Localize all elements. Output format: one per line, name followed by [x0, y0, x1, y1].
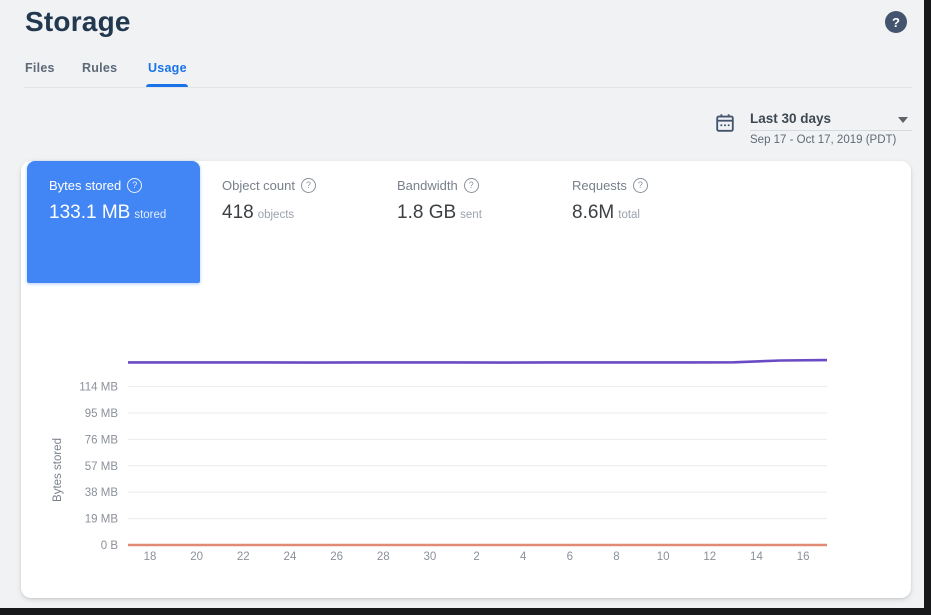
usage-chart: 114 MB95 MB76 MB57 MB38 MB19 MB0 B182022… — [40, 328, 872, 583]
metric-card-object-count[interactable]: Object count ? 418 objects — [200, 161, 375, 283]
x-tick-label: 12 — [703, 551, 716, 563]
metric-label: Requests ? — [572, 178, 725, 193]
x-tick-label: 22 — [237, 551, 250, 563]
x-tick-label: 20 — [190, 551, 203, 563]
tab-files[interactable]: Files — [25, 61, 55, 75]
y-tick-label: 114 MB — [79, 382, 118, 394]
metric-value-number: 1.8 GB — [397, 202, 456, 223]
storage-usage-page: Storage ? Files Rules Usage Last 30 days… — [0, 0, 931, 615]
help-icon[interactable]: ? — [301, 178, 316, 193]
metric-value: 418 objects — [222, 202, 375, 224]
page-title: Storage — [25, 6, 131, 38]
tab-rules[interactable]: Rules — [82, 61, 117, 75]
metric-label: Object count ? — [222, 178, 375, 193]
metric-value-number: 418 — [222, 202, 254, 223]
date-range-underline — [750, 130, 912, 131]
tab-usage[interactable]: Usage — [148, 61, 187, 75]
metric-label-text: Bytes stored — [49, 178, 121, 193]
chevron-down-icon[interactable] — [898, 117, 908, 123]
x-tick-label: 6 — [567, 551, 573, 563]
y-axis-title: Bytes stored — [52, 438, 64, 502]
metric-value-unit: objects — [258, 209, 294, 221]
y-tick-label: 38 MB — [85, 487, 119, 499]
help-button[interactable]: ? — [885, 11, 907, 33]
date-range-detail: Sep 17 - Oct 17, 2019 (PDT) — [750, 134, 896, 146]
bytes-stored-chart: 114 MB95 MB76 MB57 MB38 MB19 MB0 B182022… — [40, 328, 872, 583]
x-tick-label: 2 — [473, 551, 479, 563]
y-tick-label: 0 B — [101, 540, 119, 552]
metric-label: Bytes stored ? — [49, 178, 200, 193]
metric-value-unit: sent — [460, 209, 482, 221]
metric-label: Bandwidth ? — [397, 178, 550, 193]
calendar-icon — [714, 112, 736, 134]
x-tick-label: 4 — [520, 551, 527, 563]
x-tick-label: 10 — [657, 551, 670, 563]
help-icon[interactable]: ? — [633, 178, 648, 193]
help-icon[interactable]: ? — [464, 178, 479, 193]
tabs-divider — [24, 87, 912, 88]
help-icon: ? — [892, 15, 900, 30]
date-range-picker[interactable]: Last 30 days Sep 17 - Oct 17, 2019 (PDT) — [712, 108, 912, 152]
x-tick-label: 8 — [613, 551, 619, 563]
x-tick-label: 16 — [797, 551, 810, 563]
x-tick-label: 14 — [750, 551, 763, 563]
x-tick-label: 28 — [377, 551, 390, 563]
metric-card-bytes-stored[interactable]: Bytes stored ? 133.1 MB stored — [27, 161, 200, 283]
metric-card-bandwidth[interactable]: Bandwidth ? 1.8 GB sent — [375, 161, 550, 283]
metric-label-text: Object count — [222, 178, 295, 193]
metric-value: 8.6M total — [572, 202, 725, 224]
metric-card-requests[interactable]: Requests ? 8.6M total — [550, 161, 725, 283]
date-range-value: Last 30 days — [750, 111, 831, 126]
y-tick-label: 95 MB — [85, 408, 119, 420]
y-tick-label: 76 MB — [85, 434, 119, 446]
window-edge-right — [924, 0, 931, 615]
metric-label-text: Requests — [572, 178, 627, 193]
window-edge-bottom — [0, 608, 931, 615]
metric-value: 133.1 MB stored — [49, 202, 200, 224]
x-tick-label: 30 — [424, 551, 437, 563]
y-tick-label: 19 MB — [85, 514, 119, 526]
x-tick-label: 26 — [330, 551, 343, 563]
metric-value-number: 133.1 MB — [49, 202, 130, 223]
metric-value-number: 8.6M — [572, 202, 614, 223]
y-tick-label: 57 MB — [85, 461, 119, 473]
series-line-bytes-stored — [128, 360, 827, 363]
help-icon[interactable]: ? — [127, 178, 142, 193]
metric-label-text: Bandwidth — [397, 178, 458, 193]
metric-value: 1.8 GB sent — [397, 202, 550, 224]
x-tick-label: 18 — [144, 551, 157, 563]
metric-value-unit: total — [618, 209, 640, 221]
metric-value-unit: stored — [134, 209, 166, 221]
x-tick-label: 24 — [284, 551, 297, 563]
